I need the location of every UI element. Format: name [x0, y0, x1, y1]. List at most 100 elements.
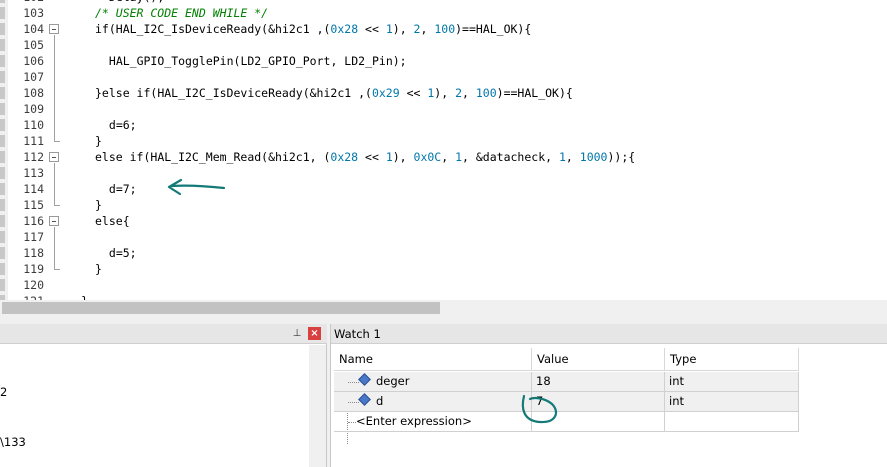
code-text[interactable]: } [95, 133, 102, 149]
code-text[interactable]: else{ [95, 213, 130, 229]
line-number: 104 [23, 22, 44, 36]
watch-table: Name Value Type deger 18 int d 7 int <En… [334, 348, 887, 467]
code-line[interactable]: 105 [0, 37, 887, 53]
watch-value-cell[interactable]: 7 [532, 392, 665, 412]
breakpoint-marker[interactable] [0, 87, 5, 99]
code-line[interactable]: 107 [0, 69, 887, 85]
left-panel-header: ⊥ × [0, 324, 327, 344]
line-number: 112 [23, 150, 44, 164]
code-text[interactable]: d=7; [109, 181, 137, 197]
watch-name-cell: d [334, 392, 532, 412]
watch-type-cell [665, 412, 799, 432]
watch-row-new-expression[interactable]: <Enter expression> [334, 412, 799, 432]
code-line[interactable]: 109 [0, 101, 887, 117]
editor-horizontal-scrollbar[interactable] [0, 300, 887, 316]
breakpoint-marker[interactable] [0, 263, 5, 275]
code-text[interactable]: } [95, 261, 102, 277]
line-number: 109 [23, 102, 44, 116]
code-line[interactable]: 118 d=5; [0, 245, 887, 261]
code-line[interactable]: 114 d=7; [0, 181, 887, 197]
line-number: 103 [23, 6, 44, 20]
code-text[interactable]: HAL_GPIO_TogglePin(LD2_GPIO_Port, LD2_Pi… [109, 53, 407, 69]
breakpoint-marker[interactable] [0, 135, 5, 147]
code-line[interactable]: 110 d=6; [0, 117, 887, 133]
line-number: 113 [23, 166, 44, 180]
watch-var-name: deger [376, 374, 410, 388]
watch-var-name: d [376, 394, 384, 408]
breakpoint-marker[interactable] [0, 279, 5, 291]
editor-scrollbar-thumb[interactable] [2, 302, 440, 314]
breakpoint-marker[interactable] [0, 23, 5, 35]
fold-toggle-icon[interactable] [49, 152, 59, 162]
code-line[interactable]: 120 [0, 277, 887, 293]
code-text[interactable]: }else if(HAL_I2C_IsDeviceReady(&hi2c1 ,(… [95, 85, 573, 101]
enter-expression-input[interactable]: <Enter expression> [356, 412, 472, 431]
bottom-dock: ⊥ × 2 \133 Watch 1 Name Value Type deger [0, 316, 887, 467]
code-text[interactable]: /* USER CODE END WHILE */ [95, 5, 268, 21]
line-number: 120 [23, 278, 44, 292]
fold-toggle-icon[interactable] [49, 216, 59, 226]
pin-icon[interactable]: ⊥ [292, 327, 302, 340]
code-text[interactable]: else if(HAL_I2C_Mem_Read(&hi2c1, (0x28 <… [95, 149, 635, 165]
code-text[interactable]: } [81, 293, 88, 300]
code-line[interactable]: 108 }else if(HAL_I2C_IsDeviceReady(&hi2c1… [0, 85, 887, 101]
column-header-value[interactable]: Value [532, 348, 665, 371]
watch-value-cell[interactable]: 18 [532, 372, 665, 392]
breakpoint-marker[interactable] [0, 215, 5, 227]
code-line[interactable]: 112 else if(HAL_I2C_Mem_Read(&hi2c1, (0x2… [0, 149, 887, 165]
breakpoint-marker[interactable] [0, 151, 5, 163]
fold-guide [54, 35, 55, 141]
watch-row-deger[interactable]: deger 18 int [334, 372, 799, 392]
fold-guide-end [54, 141, 60, 142]
breakpoint-marker[interactable] [0, 39, 5, 51]
code-editor[interactable]: 102Delay();103/* USER CODE END WHILE */1… [0, 0, 887, 300]
code-line[interactable]: 113 [0, 165, 887, 181]
breakpoint-marker[interactable] [0, 0, 5, 3]
code-line[interactable]: 115} [0, 197, 887, 213]
watch-type-cell: int [665, 392, 799, 412]
code-line[interactable]: 104 if(HAL_I2C_IsDeviceReady(&hi2c1 ,(0x2… [0, 21, 887, 37]
line-number: 108 [23, 86, 44, 100]
breakpoint-marker[interactable] [0, 231, 5, 243]
code-text[interactable]: if(HAL_I2C_IsDeviceReady(&hi2c1 ,(0x28 <… [95, 21, 531, 37]
breakpoint-marker[interactable] [0, 71, 5, 83]
code-line[interactable]: 106 HAL_GPIO_TogglePin(LD2_GPIO_Port, LD2… [0, 53, 887, 69]
watch-row-d[interactable]: d 7 int [334, 392, 799, 412]
line-number: 117 [23, 230, 44, 244]
watch-name-cell: deger [334, 372, 532, 392]
code-line[interactable]: 119} [0, 261, 887, 277]
breakpoint-marker[interactable] [0, 167, 5, 179]
column-header-type[interactable]: Type [665, 348, 799, 371]
code-text[interactable]: } [95, 197, 102, 213]
column-header-name[interactable]: Name [334, 348, 532, 371]
breakpoint-marker[interactable] [0, 247, 5, 259]
code-line[interactable]: 117 [0, 229, 887, 245]
breakpoint-marker[interactable] [0, 183, 5, 195]
line-number: 105 [23, 38, 44, 52]
code-line[interactable]: 121} [0, 293, 887, 300]
watch-name-cell: <Enter expression> [334, 412, 532, 432]
code-line[interactable]: 116 else{ [0, 213, 887, 229]
watch-panel: Watch 1 Name Value Type deger 18 int d 7… [330, 324, 887, 467]
line-number: 106 [23, 54, 44, 68]
breakpoint-marker[interactable] [0, 7, 5, 19]
fold-guide [54, 227, 55, 269]
tree-guide [348, 382, 359, 383]
code-text[interactable]: d=6; [109, 117, 137, 133]
code-line[interactable]: 103 /* USER CODE END WHILE */ [0, 5, 887, 21]
breakpoint-marker[interactable] [0, 119, 5, 131]
watch-panel-title: Watch 1 [334, 327, 381, 341]
tree-guide [348, 422, 356, 423]
fold-guide-end [54, 205, 60, 206]
breakpoint-marker[interactable] [0, 55, 5, 67]
code-line[interactable]: 111} [0, 133, 887, 149]
variable-icon [358, 373, 371, 386]
left-panel-vertical-scrollbar[interactable] [309, 345, 326, 467]
close-icon[interactable]: × [308, 327, 321, 340]
fold-toggle-icon[interactable] [49, 24, 59, 34]
line-number: 114 [23, 182, 44, 196]
code-text[interactable]: d=5; [109, 245, 137, 261]
breakpoint-marker[interactable] [0, 103, 5, 115]
variable-icon [358, 393, 371, 406]
breakpoint-marker[interactable] [0, 199, 5, 211]
